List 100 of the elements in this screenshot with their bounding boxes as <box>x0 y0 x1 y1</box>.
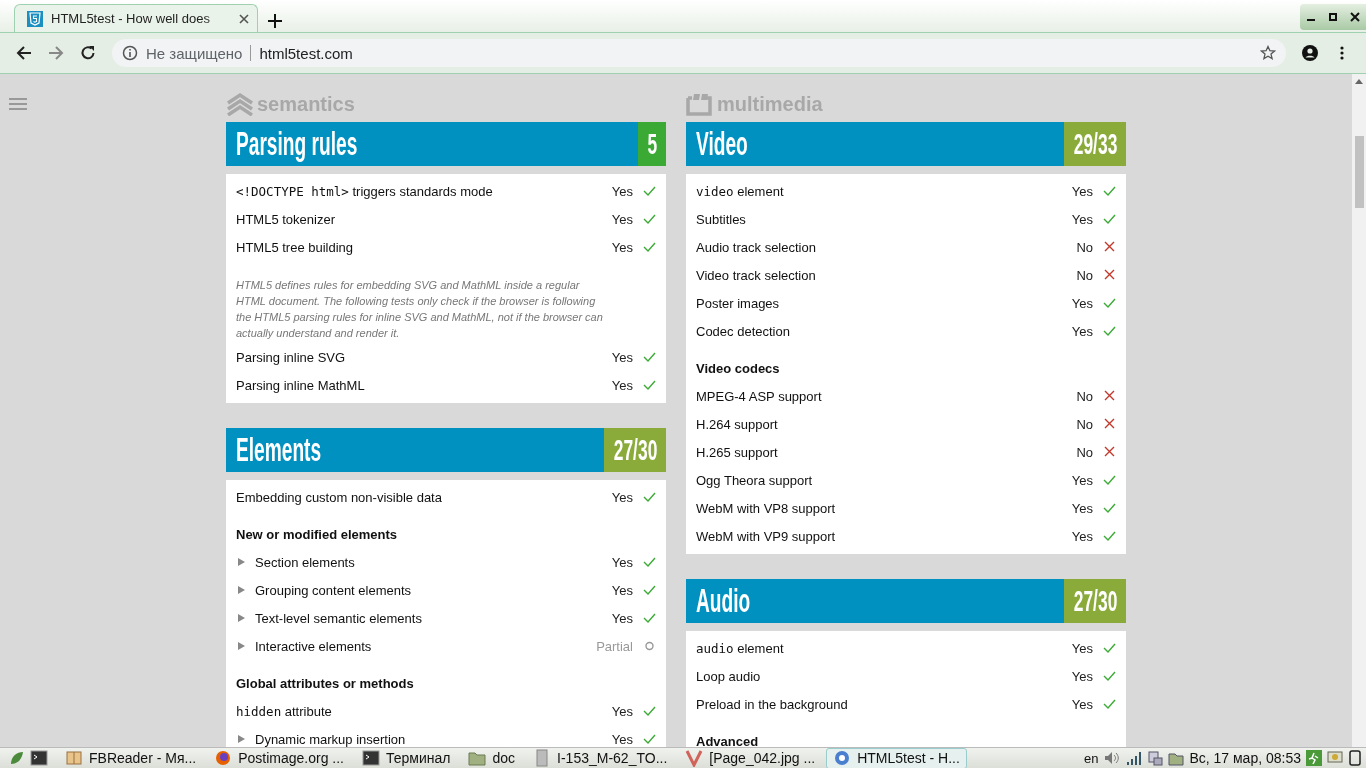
test-result: No <box>1075 388 1093 404</box>
test-name: Section elements <box>255 554 356 570</box>
test-result: Yes <box>1070 295 1093 311</box>
test-result: Yes <box>1070 500 1093 516</box>
group-heading: Global attributes or methods <box>236 674 415 693</box>
group-heading: New or modified elements <box>236 525 399 544</box>
folder-icon <box>468 749 487 767</box>
profile-icon <box>1302 45 1318 61</box>
taskbar-item[interactable]: Postimage.org ... <box>207 748 351 768</box>
back-icon <box>16 45 32 61</box>
test-name: Embedding custom non-visible data <box>236 489 443 505</box>
clock[interactable]: Вс, 17 мар, 08:53 <box>1189 750 1301 766</box>
taskbar-item[interactable]: [Page_042.jpg ... <box>678 748 823 768</box>
test-result: Yes <box>1070 668 1093 684</box>
browser-icon <box>833 749 852 767</box>
test-result: Yes <box>610 183 633 199</box>
exit-icon[interactable] <box>1306 750 1322 766</box>
new-tab-icon[interactable] <box>268 14 282 28</box>
test-name: Preload in the background <box>696 696 849 712</box>
score-badge: 27/30 <box>604 428 666 472</box>
leaf-menu-icon[interactable] <box>8 749 26 767</box>
folder-icon[interactable] <box>1168 750 1185 766</box>
browser-tab[interactable]: HTML5test - How well does <box>14 4 258 32</box>
test-name: HTML5 tokenizer <box>236 211 336 227</box>
test-result: Yes <box>1070 183 1093 199</box>
terminal-icon[interactable] <box>30 749 48 767</box>
test-result: Yes <box>1070 696 1093 712</box>
section-title: Parsing rules <box>236 125 358 163</box>
taskbar-item[interactable]: doc <box>461 748 523 768</box>
test-name: hidden attribute <box>236 703 333 719</box>
test-name: Video track selection <box>696 267 817 283</box>
score-badge: 5 <box>638 122 666 166</box>
test-result: Yes <box>610 239 633 255</box>
forward-icon <box>48 45 64 61</box>
test-result: Partial <box>595 638 633 654</box>
url-text: html5test.com <box>259 44 354 62</box>
close-icon[interactable] <box>239 13 249 24</box>
security-label: Не защищено <box>146 44 243 62</box>
expand-triangle-icon[interactable] <box>237 613 247 623</box>
note-text: HTML5 defines rules for embedding SVG and MathML inside a regular HTML document. The following tests only check if the browser is following the HTML5 parsing rules for inline SVG and MathML, not if the browser can actually understand and render it. <box>236 278 604 341</box>
network-icon[interactable] <box>1147 750 1164 766</box>
test-name: Text-level semantic elements <box>255 610 423 626</box>
speaker-icon[interactable] <box>1103 750 1122 766</box>
test-name: WebM with VP9 support <box>696 528 837 544</box>
scrollbar-thumb[interactable] <box>1354 136 1364 208</box>
taskbar-item[interactable]: Терминал <box>355 748 458 768</box>
phone-icon[interactable] <box>1348 750 1362 766</box>
test-name: H.265 support <box>696 444 779 460</box>
section-title: Elements <box>236 431 322 469</box>
globe-icon <box>214 749 233 767</box>
test-name: Parsing inline MathML <box>236 377 366 393</box>
maximize-icon[interactable] <box>1328 12 1338 22</box>
test-name: Audio track selection <box>696 239 817 255</box>
test-name: WebM with VP8 support <box>696 500 837 516</box>
group-heading: Video codecs <box>696 359 781 378</box>
star-icon[interactable] <box>1260 45 1276 61</box>
book-icon <box>65 749 83 767</box>
taskbar-item[interactable]: I-153_M-62_TO... <box>526 748 675 768</box>
test-name: Codec detection <box>696 323 791 339</box>
test-result: No <box>1075 416 1093 432</box>
expand-triangle-icon[interactable] <box>237 585 247 595</box>
test-name: H.264 support <box>696 416 779 432</box>
test-result: Yes <box>610 349 633 365</box>
monitor-icon[interactable] <box>1327 750 1343 766</box>
test-result: Yes <box>610 554 633 570</box>
test-result: Yes <box>1070 528 1093 544</box>
test-name: Ogg Theora support <box>696 472 814 488</box>
close-icon[interactable] <box>1350 12 1360 22</box>
score-badge: 27/30 <box>1064 579 1126 623</box>
test-name: MPEG-4 ASP support <box>696 388 823 404</box>
test-result: Yes <box>1070 323 1093 339</box>
taskbar-item[interactable]: HTML5test - H... <box>826 748 967 768</box>
test-result: Yes <box>1070 211 1093 227</box>
test-name: <!DOCTYPE html> triggers standards mode <box>236 183 494 199</box>
test-name: Parsing inline SVG <box>236 349 347 365</box>
test-result: Yes <box>610 582 633 598</box>
test-name: Grouping content elements <box>255 582 413 598</box>
expand-triangle-icon[interactable] <box>237 557 247 567</box>
reload-icon <box>80 45 96 61</box>
test-name: Loop audio <box>696 668 762 684</box>
test-result: Yes <box>610 377 633 393</box>
address-bar[interactable]: Не защищено html5test.com <box>112 39 1286 67</box>
test-result: Yes <box>610 489 633 505</box>
test-name: video element <box>696 183 785 199</box>
scroll-up-icon[interactable] <box>1355 78 1363 84</box>
test-name: Interactive elements <box>255 638 373 654</box>
taskbar-item[interactable]: FBReader - Мя... <box>58 748 204 768</box>
film-frame-icon <box>686 92 714 116</box>
test-result: Yes <box>610 610 633 626</box>
expand-triangle-icon[interactable] <box>237 641 247 651</box>
group-heading: Advanced <box>696 732 760 747</box>
expand-triangle-icon[interactable] <box>237 734 247 744</box>
signal-bars-icon[interactable] <box>1126 750 1143 766</box>
keyboard-layout[interactable]: en <box>1083 750 1099 766</box>
test-result: Yes <box>610 211 633 227</box>
test-result: No <box>1075 239 1093 255</box>
section-title: Video <box>696 125 748 163</box>
info-icon <box>122 45 138 61</box>
test-name: Poster images <box>696 295 781 311</box>
test-name: Dynamic markup insertion <box>255 731 407 747</box>
